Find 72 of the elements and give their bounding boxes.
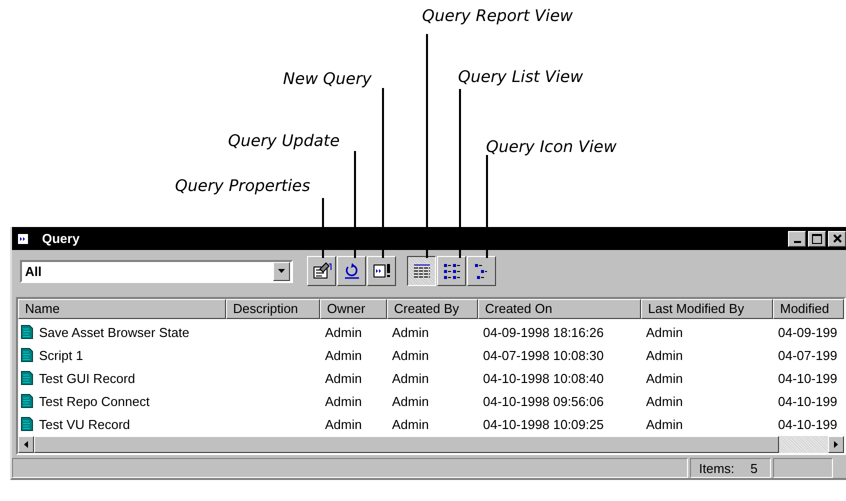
table-cell: Admin: [392, 348, 429, 363]
table-cell: Admin: [392, 416, 429, 432]
refresh-button[interactable]: [337, 256, 366, 286]
right-arrow-icon: [834, 441, 838, 448]
properties-icon: [312, 261, 332, 282]
table-cell: Admin: [325, 324, 362, 340]
column-header[interactable]: Owner: [320, 298, 387, 319]
scroll-right-button[interactable]: [828, 436, 844, 453]
table-cell: 04-09-1998 18:16:26: [483, 324, 604, 340]
minimize-icon: [794, 240, 800, 243]
item-name[interactable]: Save Asset Browser State: [39, 324, 190, 340]
filter-dropdown[interactable]: All: [20, 260, 293, 283]
item-name[interactable]: Test Repo Connect: [39, 394, 150, 409]
maximize-icon: [812, 234, 822, 244]
table-cell: Admin: [646, 324, 683, 340]
callout-label: Query Update: [228, 131, 340, 151]
table-cell: 04-10-1998 10:08:40: [483, 370, 604, 386]
script-file-icon: [21, 325, 33, 340]
column-header[interactable]: Modified: [773, 298, 844, 319]
callout-label: New Query: [283, 69, 372, 89]
item-name[interactable]: Test GUI Record: [39, 370, 136, 386]
script-file-icon: [21, 417, 33, 432]
close-icon: [832, 234, 842, 244]
table-cell: Admin: [392, 394, 429, 409]
table-cell: Admin: [325, 394, 362, 409]
close-button[interactable]: [828, 230, 846, 247]
table-cell: Admin: [325, 416, 362, 432]
items-label: Items:: [699, 460, 734, 476]
table-cell: 04-10-1998 09:56:06: [483, 394, 604, 409]
dropdown-arrow-icon: [278, 269, 285, 274]
item-name[interactable]: Test VU Record: [39, 416, 130, 432]
column-header[interactable]: Created By: [387, 298, 478, 319]
callout-label: Query List View: [458, 67, 584, 87]
window-icon: [18, 234, 28, 244]
properties-button[interactable]: [307, 256, 336, 286]
table-cell: Admin: [392, 324, 429, 340]
maximize-button[interactable]: [808, 230, 826, 247]
list-view-button[interactable]: [437, 256, 466, 286]
table-cell: Admin: [646, 370, 683, 386]
callout-label: Query Report View: [422, 6, 573, 26]
table-cell: Admin: [646, 394, 683, 409]
item-name[interactable]: Script 1: [39, 348, 84, 363]
scroll-left-button[interactable]: [18, 436, 34, 453]
script-file-icon: [21, 394, 33, 408]
table-cell: Admin: [325, 348, 362, 363]
new-query-button[interactable]: [367, 256, 396, 286]
table-cell: Admin: [646, 348, 683, 363]
minimize-button[interactable]: [788, 230, 806, 247]
table-cell: 04-07-1998 10:08:30: [483, 348, 604, 363]
icon-view-button[interactable]: [467, 256, 496, 286]
table-cell: Admin: [325, 370, 362, 386]
table-cell: 04-09-199: [778, 324, 838, 340]
items-count: 5: [750, 460, 758, 476]
list-view-icon: [442, 261, 462, 282]
table-cell: 04-10-199: [778, 416, 838, 432]
column-header[interactable]: Description: [226, 298, 320, 319]
table-cell: 04-10-199: [778, 370, 838, 386]
column-header[interactable]: Name: [18, 298, 226, 319]
table-cell: Admin: [646, 416, 683, 432]
table-cell: Admin: [392, 370, 429, 386]
report-view-button[interactable]: [407, 256, 436, 286]
script-file-icon: [21, 371, 33, 386]
script-file-icon: [21, 348, 33, 362]
left-arrow-icon: [24, 441, 28, 448]
table-cell: 04-07-199: [778, 348, 838, 363]
column-header[interactable]: Last Modified By: [641, 298, 773, 319]
column-header[interactable]: Created On: [478, 298, 641, 319]
table-cell: 04-10-199: [778, 394, 838, 409]
callout-label: Query Properties: [175, 176, 310, 196]
callout-label: Query Icon View: [486, 137, 617, 157]
table-cell: 04-10-1998 10:09:25: [483, 416, 604, 432]
window-title: Query: [42, 231, 80, 246]
